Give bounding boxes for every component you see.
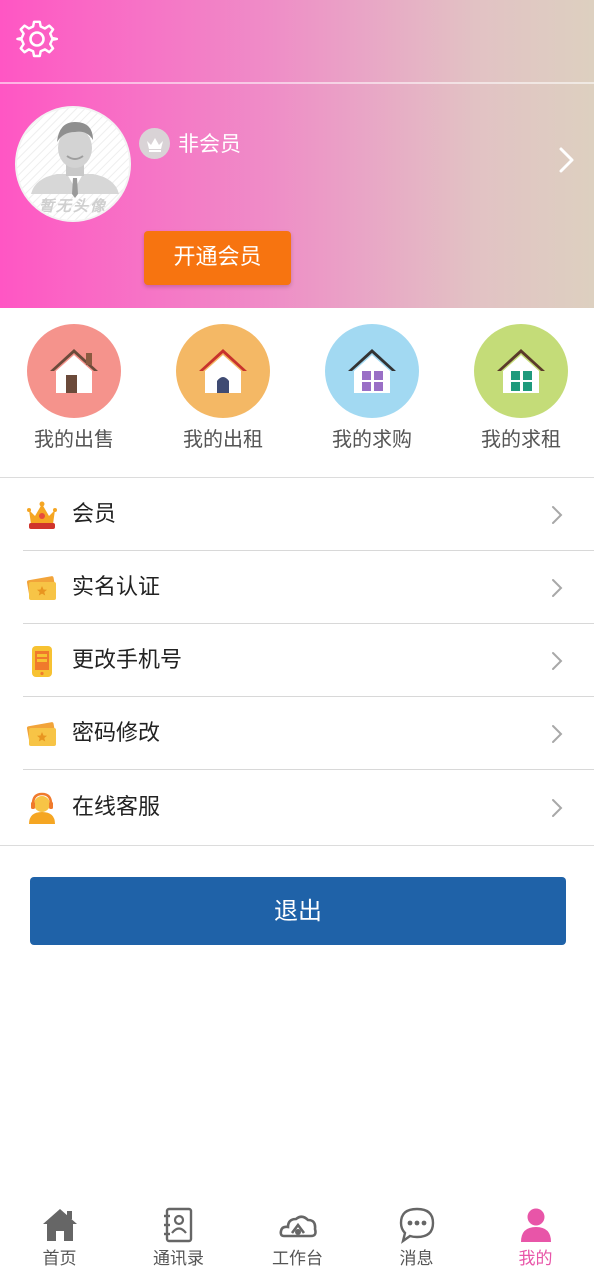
bottom-tab-bar: 首页 通讯录 工作台 消息 我的 [0,1196,594,1280]
tab-label: 首页 [42,1249,77,1269]
shortcut-my-sale[interactable]: 我的出售 [4,324,144,464]
tab-mine[interactable]: 我的 [476,1196,594,1280]
chevron-right-icon [550,650,564,672]
shortcut-label: 我的出售 [34,427,114,451]
tab-home[interactable]: 首页 [0,1196,119,1280]
shortcut-my-purchase[interactable]: 我的求购 [302,324,442,464]
shortcut-my-rental[interactable]: 我的出租 [153,324,293,464]
settings-icon[interactable] [16,18,59,60]
house-arch-door-icon [176,324,270,418]
house-windows-purple-icon [325,324,419,418]
open-vip-button[interactable]: 开通会员 [144,231,291,285]
chevron-right-icon [550,723,564,745]
chevron-right-icon [550,797,564,819]
shortcut-label: 我的求租 [481,427,561,451]
user-icon [517,1206,555,1244]
shortcut-my-rent-request[interactable]: 我的求租 [451,324,591,464]
tab-label: 工作台 [272,1249,323,1269]
avatar[interactable]: 暂无头像 [15,106,131,222]
shortcut-grid: 我的出售 我的出租 我的求购 我的求租 [0,308,594,477]
tab-label: 我的 [518,1249,553,1269]
section-divider [0,845,594,846]
shortcut-label: 我的出租 [183,427,263,451]
phone-icon [25,644,59,678]
chevron-right-icon[interactable] [556,146,578,174]
menu-item-membership[interactable]: 会员 [0,478,594,551]
house-door-icon [27,324,121,418]
logout-button[interactable]: 退出 [30,877,566,945]
profile-header: 暂无头像 非会员 开通会员 [0,0,594,308]
home-icon [41,1206,79,1244]
tab-workbench[interactable]: 工作台 [238,1196,357,1280]
chevron-right-icon [550,504,564,526]
menu-item-label: 在线客服 [72,795,161,820]
tab-contacts[interactable]: 通讯录 [119,1196,238,1280]
header-divider [0,82,594,84]
menu-item-online-service[interactable]: 在线客服 [0,771,594,844]
menu-item-real-name-auth[interactable]: 实名认证 [0,551,594,624]
shortcut-label: 我的求购 [332,427,412,451]
crown-icon [25,498,59,532]
member-status: 非会员 [178,132,241,156]
customer-service-icon [25,791,59,825]
member-crown-icon [139,128,170,159]
tab-messages[interactable]: 消息 [357,1196,476,1280]
chevron-right-icon [550,577,564,599]
menu-item-label: 更改手机号 [72,648,183,673]
menu-item-change-phone[interactable]: 更改手机号 [0,624,594,697]
menu-item-label: 会员 [72,502,117,527]
menu-item-label: 密码修改 [72,721,161,746]
tab-label: 消息 [399,1249,434,1269]
menu-item-change-password[interactable]: 密码修改 [0,697,594,770]
menu-item-label: 实名认证 [72,575,161,600]
ticket-icon [25,571,59,605]
message-icon [398,1206,436,1244]
ticket-icon [25,717,59,751]
workbench-icon [279,1206,317,1244]
house-windows-green-icon [474,324,568,418]
tab-label: 通讯录 [153,1249,204,1269]
avatar-caption: 暂无头像 [38,197,107,215]
contacts-icon [160,1206,198,1244]
